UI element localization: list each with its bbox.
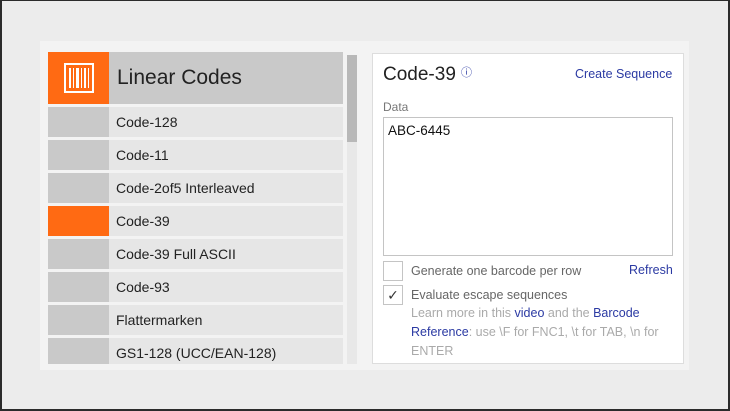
- escape-sequences-label: Evaluate escape sequences: [411, 288, 568, 302]
- item-swatch-selected: [48, 206, 109, 236]
- item-swatch: [48, 272, 109, 302]
- list-item-label: Code-39: [116, 213, 170, 229]
- symbology-detail-panel: Code-39 ⓘ Create Sequence Data ABC-6445 …: [372, 53, 684, 364]
- list-item-label: Code-2of5 Interleaved: [116, 180, 255, 196]
- list-item-label: Flattermarken: [116, 312, 203, 328]
- list-item-gs1-128[interactable]: GS1-128 (UCC/EAN-128): [48, 338, 343, 364]
- item-swatch: [48, 173, 109, 203]
- list-item-label: Code-93: [116, 279, 170, 295]
- refresh-link[interactable]: Refresh: [629, 263, 673, 277]
- info-icon[interactable]: ⓘ: [461, 64, 472, 80]
- item-swatch: [48, 239, 109, 269]
- list-item-code-11[interactable]: Code-11: [48, 140, 343, 170]
- help-text-part: Learn more in this: [411, 306, 515, 320]
- escape-sequences-checkbox[interactable]: ✓: [383, 285, 403, 305]
- list-item-code-39-full-ascii[interactable]: Code-39 Full ASCII: [48, 239, 343, 269]
- item-swatch: [48, 338, 109, 364]
- scrollbar-thumb[interactable]: [347, 55, 357, 142]
- symbology-list: Linear Codes Code-128 Code-11 Code-2of5 …: [48, 52, 343, 364]
- symbology-title: Code-39: [383, 64, 456, 85]
- data-label: Data: [383, 100, 409, 114]
- list-item-label: Code-39 Full ASCII: [116, 246, 236, 262]
- category-title: Linear Codes: [117, 66, 242, 89]
- escape-help-text: Learn more in this video and the Barcode…: [411, 304, 673, 361]
- list-item-code-2of5-interleaved[interactable]: Code-2of5 Interleaved: [48, 173, 343, 203]
- list-item-flattermarken[interactable]: Flattermarken: [48, 305, 343, 335]
- data-input[interactable]: ABC-6445: [383, 117, 673, 256]
- video-link[interactable]: video: [515, 306, 545, 320]
- list-item-label: Code-11: [116, 147, 169, 163]
- category-header[interactable]: Linear Codes: [48, 52, 343, 104]
- list-item-code-128[interactable]: Code-128: [48, 107, 343, 137]
- item-swatch: [48, 107, 109, 137]
- checkmark-icon: ✓: [387, 286, 399, 303]
- barcode-icon: [63, 63, 94, 93]
- item-swatch: [48, 140, 109, 170]
- list-scrollbar[interactable]: [347, 55, 357, 364]
- one-barcode-per-row-label: Generate one barcode per row: [411, 264, 582, 278]
- list-item-code-93[interactable]: Code-93: [48, 272, 343, 302]
- help-text-part: and the: [544, 306, 594, 320]
- list-item-label: GS1-128 (UCC/EAN-128): [116, 345, 277, 361]
- one-barcode-per-row-checkbox[interactable]: [383, 261, 403, 281]
- category-icon-box: [48, 52, 109, 104]
- list-item-label: Code-128: [116, 114, 178, 130]
- list-item-code-39[interactable]: Code-39: [48, 206, 343, 236]
- item-swatch: [48, 305, 109, 335]
- create-sequence-link[interactable]: Create Sequence: [575, 67, 672, 81]
